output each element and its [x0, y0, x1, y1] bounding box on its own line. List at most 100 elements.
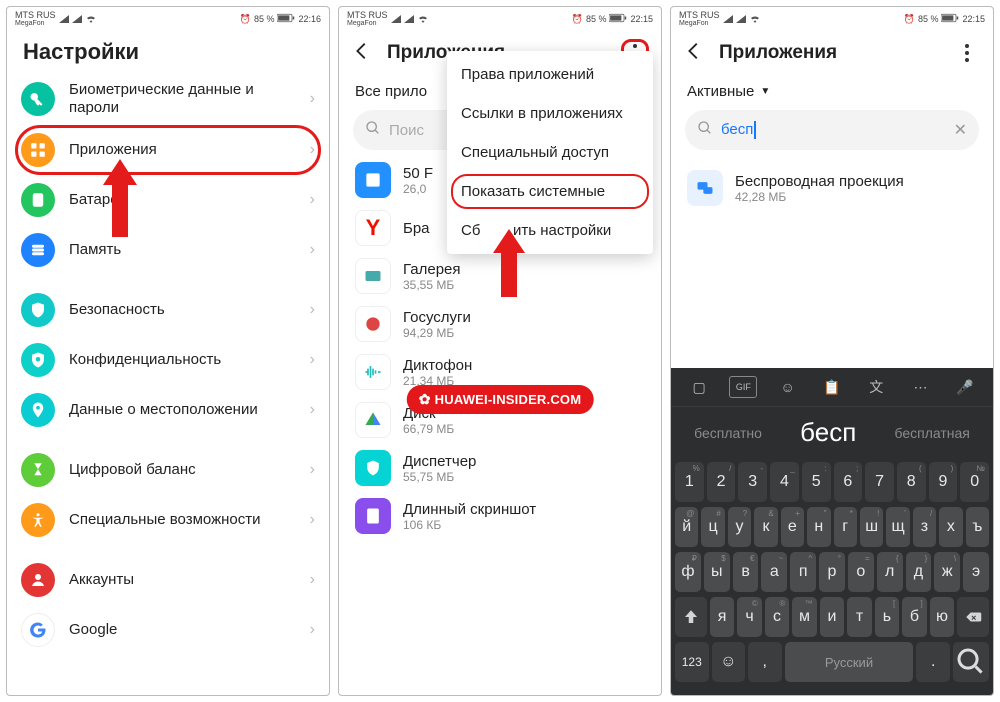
chevron-right-icon: › [310, 351, 315, 369]
kb-key[interactable]: 1% [675, 462, 704, 502]
menu-item-special[interactable]: Специальный доступ [447, 133, 653, 172]
row-battery[interactable]: Батарея › [7, 175, 329, 225]
row-storage[interactable]: Память › [7, 225, 329, 275]
kb-key[interactable]: 0№ [960, 462, 989, 502]
kb-key[interactable]: 2/ [707, 462, 736, 502]
kb-gif-icon[interactable]: GIF [729, 376, 757, 398]
kb-backspace-key[interactable] [957, 597, 989, 637]
row-location[interactable]: Данные о местоположении › [7, 385, 329, 435]
kb-key[interactable]: т [847, 597, 871, 637]
search-box[interactable]: бесп ✕ [685, 110, 979, 150]
menu-item-show-system[interactable]: Показать системные [447, 172, 653, 211]
kb-key[interactable]: д} [906, 552, 932, 592]
kb-enter-key[interactable] [953, 642, 989, 682]
back-icon[interactable] [351, 40, 373, 67]
kb-key[interactable]: м™ [792, 597, 816, 637]
chevron-right-icon: › [310, 401, 315, 419]
row-security[interactable]: Безопасность › [7, 285, 329, 335]
kb-key[interactable]: ы$ [704, 552, 730, 592]
kb-sticker-icon[interactable]: ☺ [774, 376, 802, 398]
kb-key[interactable]: э [963, 552, 989, 592]
kb-key[interactable]: ж\ [934, 552, 960, 592]
kb-key[interactable]: у? [728, 507, 751, 547]
screen-settings-root: MTS RUSMegaFon ⏰ 85 % 22:16 Настройки Би… [6, 6, 330, 696]
kb-key[interactable]: и [820, 597, 844, 637]
kb-emoji-key[interactable]: ☺ [712, 642, 746, 682]
kb-key[interactable]: н" [807, 507, 830, 547]
kb-dot-key[interactable]: . [916, 642, 950, 682]
app-icon [355, 354, 391, 390]
kb-123-key[interactable]: 123 [675, 642, 709, 682]
kb-shift-key[interactable] [675, 597, 707, 637]
kb-key[interactable]: 9) [929, 462, 958, 502]
kb-key[interactable]: ъ [966, 507, 989, 547]
app-name: Галерея [403, 261, 461, 278]
kb-key[interactable]: п^ [790, 552, 816, 592]
menu-item-reset[interactable]: Сбросиить настройки [447, 211, 653, 250]
kb-key[interactable]: б] [902, 597, 926, 637]
kb-key[interactable]: л{ [877, 552, 903, 592]
kb-key[interactable]: з/ [913, 507, 936, 547]
menu-item-links[interactable]: Ссылки в приложениях [447, 94, 653, 133]
kb-suggestions: бесплатно бесп бесплатная [671, 407, 993, 458]
kb-key[interactable]: ч© [737, 597, 761, 637]
battery-icon [21, 183, 55, 217]
kb-space-key[interactable]: Русский [785, 642, 914, 682]
menu-item-permissions[interactable]: Права приложений [447, 55, 653, 94]
kb-suggest-right[interactable]: бесплатная [895, 425, 970, 441]
row-balance[interactable]: Цифровой баланс › [7, 445, 329, 495]
kb-key[interactable]: ю [930, 597, 954, 637]
kb-key[interactable]: к& [754, 507, 777, 547]
kb-mic-icon[interactable]: 🎤 [951, 376, 979, 398]
apps-filter[interactable]: Активные ▼ [671, 77, 993, 104]
kb-suggest-main[interactable]: бесп [800, 417, 856, 448]
kb-key[interactable]: 7 [865, 462, 894, 502]
app-row[interactable]: Беспроводная проекция 42,28 МБ [671, 164, 993, 212]
kb-key[interactable]: й@ [675, 507, 698, 547]
kb-key[interactable]: с® [765, 597, 789, 637]
kb-key[interactable]: ш! [860, 507, 883, 547]
kb-key[interactable]: ф₽ [675, 552, 701, 592]
app-row[interactable]: Госуслуги94,29 МБ [339, 300, 661, 348]
app-row[interactable]: Диспетчер55,75 МБ [339, 444, 661, 492]
kb-key[interactable]: г* [834, 507, 857, 547]
kb-comma-key[interactable]: , [748, 642, 782, 682]
row-biometrics[interactable]: Биометрические данные и пароли › [7, 73, 329, 125]
kb-key[interactable]: 5: [802, 462, 831, 502]
kb-clipboard-icon[interactable]: 📋 [818, 376, 846, 398]
kb-key[interactable]: 4_ [770, 462, 799, 502]
row-privacy[interactable]: Конфиденциальность › [7, 335, 329, 385]
kb-key[interactable]: 6; [834, 462, 863, 502]
kb-suggest-left[interactable]: бесплатно [694, 425, 762, 441]
kb-translate-icon[interactable]: 文 [862, 376, 890, 398]
row-accessibility[interactable]: Специальные возможности › [7, 495, 329, 545]
row-apps[interactable]: Приложения › [7, 125, 329, 175]
more-options-button[interactable] [953, 39, 981, 67]
kb-key[interactable]: р° [819, 552, 845, 592]
row-label: Аккаунты [69, 571, 140, 589]
kb-key[interactable]: 8( [897, 462, 926, 502]
row-accounts[interactable]: Аккаунты › [7, 555, 329, 605]
app-row[interactable]: Длинный скриншот106 КБ [339, 492, 661, 540]
kb-close-icon[interactable]: ▢ [685, 376, 713, 398]
kb-key[interactable]: а~ [761, 552, 787, 592]
kb-key[interactable]: ь[ [875, 597, 899, 637]
kb-key[interactable]: ц# [701, 507, 724, 547]
kb-key[interactable]: е+ [781, 507, 804, 547]
battery-pct: 85 % [254, 14, 275, 24]
chevron-right-icon: › [310, 461, 315, 479]
app-size: 94,29 МБ [403, 326, 471, 340]
clear-icon[interactable]: ✕ [954, 120, 967, 140]
kb-key[interactable]: 3- [738, 462, 767, 502]
row-google[interactable]: Google › [7, 605, 329, 655]
kb-key[interactable]: щ' [886, 507, 909, 547]
kb-key[interactable]: х [939, 507, 962, 547]
kb-key[interactable]: о= [848, 552, 874, 592]
back-icon[interactable] [683, 40, 705, 67]
kb-key[interactable]: в€ [733, 552, 759, 592]
clock-label: 22:15 [962, 14, 985, 24]
carrier2-label: MegaFon [15, 20, 56, 27]
kb-key[interactable]: я [710, 597, 734, 637]
page-title: Настройки [7, 29, 329, 73]
kb-more-icon[interactable]: ⋯ [907, 376, 935, 398]
